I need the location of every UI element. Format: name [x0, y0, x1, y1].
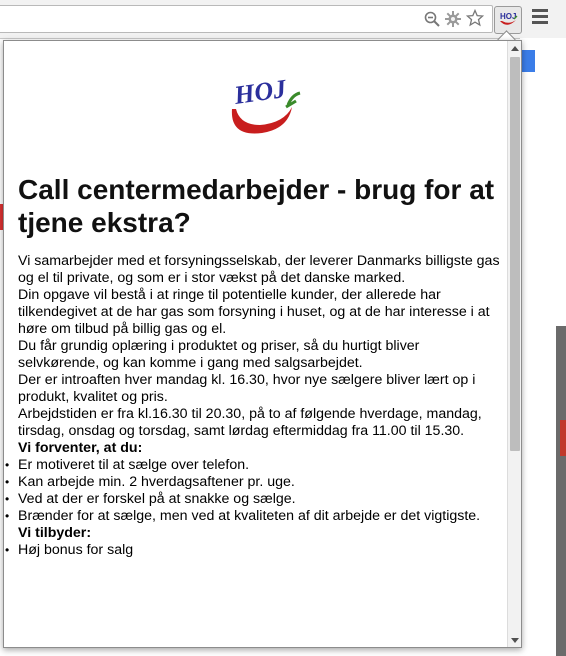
- address-bar[interactable]: [0, 5, 493, 33]
- page-red-tab[interactable]: [560, 420, 566, 456]
- puzzle-gear-icon[interactable]: [444, 10, 462, 28]
- scrollbar-thumb[interactable]: [510, 57, 520, 451]
- paragraph: Du får grundig oplæring i produktet og p…: [18, 338, 420, 371]
- paragraph: Din opgave vil bestå i at ringe til pote…: [18, 287, 490, 337]
- star-icon[interactable]: [466, 9, 484, 27]
- list-item: Er motiveret til at sælge over telefon.: [5, 457, 500, 474]
- hamburger-menu-icon[interactable]: [532, 9, 548, 27]
- background-page: [520, 38, 566, 656]
- popup-content: HOJ Call centermedarbejder - brug for at…: [4, 41, 507, 647]
- expect-list: Er motiveret til at sælge over telefon. …: [5, 457, 500, 525]
- popup-scrollbar[interactable]: [507, 41, 521, 647]
- hoj-extension-icon[interactable]: HOJ: [494, 6, 522, 34]
- scroll-down-arrow-icon[interactable]: [508, 633, 521, 647]
- paragraph: Der er introaften hver mandag kl. 16.30,…: [18, 372, 476, 405]
- browser-toolbar: HOJ: [0, 0, 566, 39]
- magnifier-minus-icon[interactable]: [423, 10, 441, 28]
- list-item: Høj bonus for salg: [5, 542, 500, 559]
- scroll-up-arrow-icon[interactable]: [508, 41, 521, 55]
- list-item: Ved at der er forskel på at snakke og sæ…: [5, 491, 500, 508]
- paragraph: Arbejdstiden er fra kl.16.30 til 20.30, …: [18, 406, 482, 439]
- svg-text:HOJ: HOJ: [500, 12, 516, 21]
- extension-popup: HOJ Call centermedarbejder - brug for at…: [3, 40, 522, 648]
- offer-heading: Vi tilbyder:: [18, 525, 92, 541]
- hoj-logo: HOJ: [231, 74, 301, 134]
- list-item: Brænder for at sælge, men ved at kvalite…: [5, 508, 500, 525]
- svg-text:HOJ: HOJ: [231, 74, 289, 110]
- job-description: Vi samarbejder med et forsyningsselskab,…: [5, 253, 500, 559]
- paragraph: Vi samarbejder med et forsyningsselskab,…: [18, 253, 500, 286]
- page-blue-button[interactable]: [520, 50, 535, 72]
- page-title: Call centermedarbejder - brug for at tje…: [18, 174, 495, 238]
- offer-list: Høj bonus for salg: [5, 542, 500, 559]
- expect-heading: Vi forventer, at du:: [18, 440, 143, 456]
- list-item: Kan arbejde min. 2 hverdagsaftener pr. u…: [5, 474, 500, 491]
- page-side-panel: [556, 326, 566, 656]
